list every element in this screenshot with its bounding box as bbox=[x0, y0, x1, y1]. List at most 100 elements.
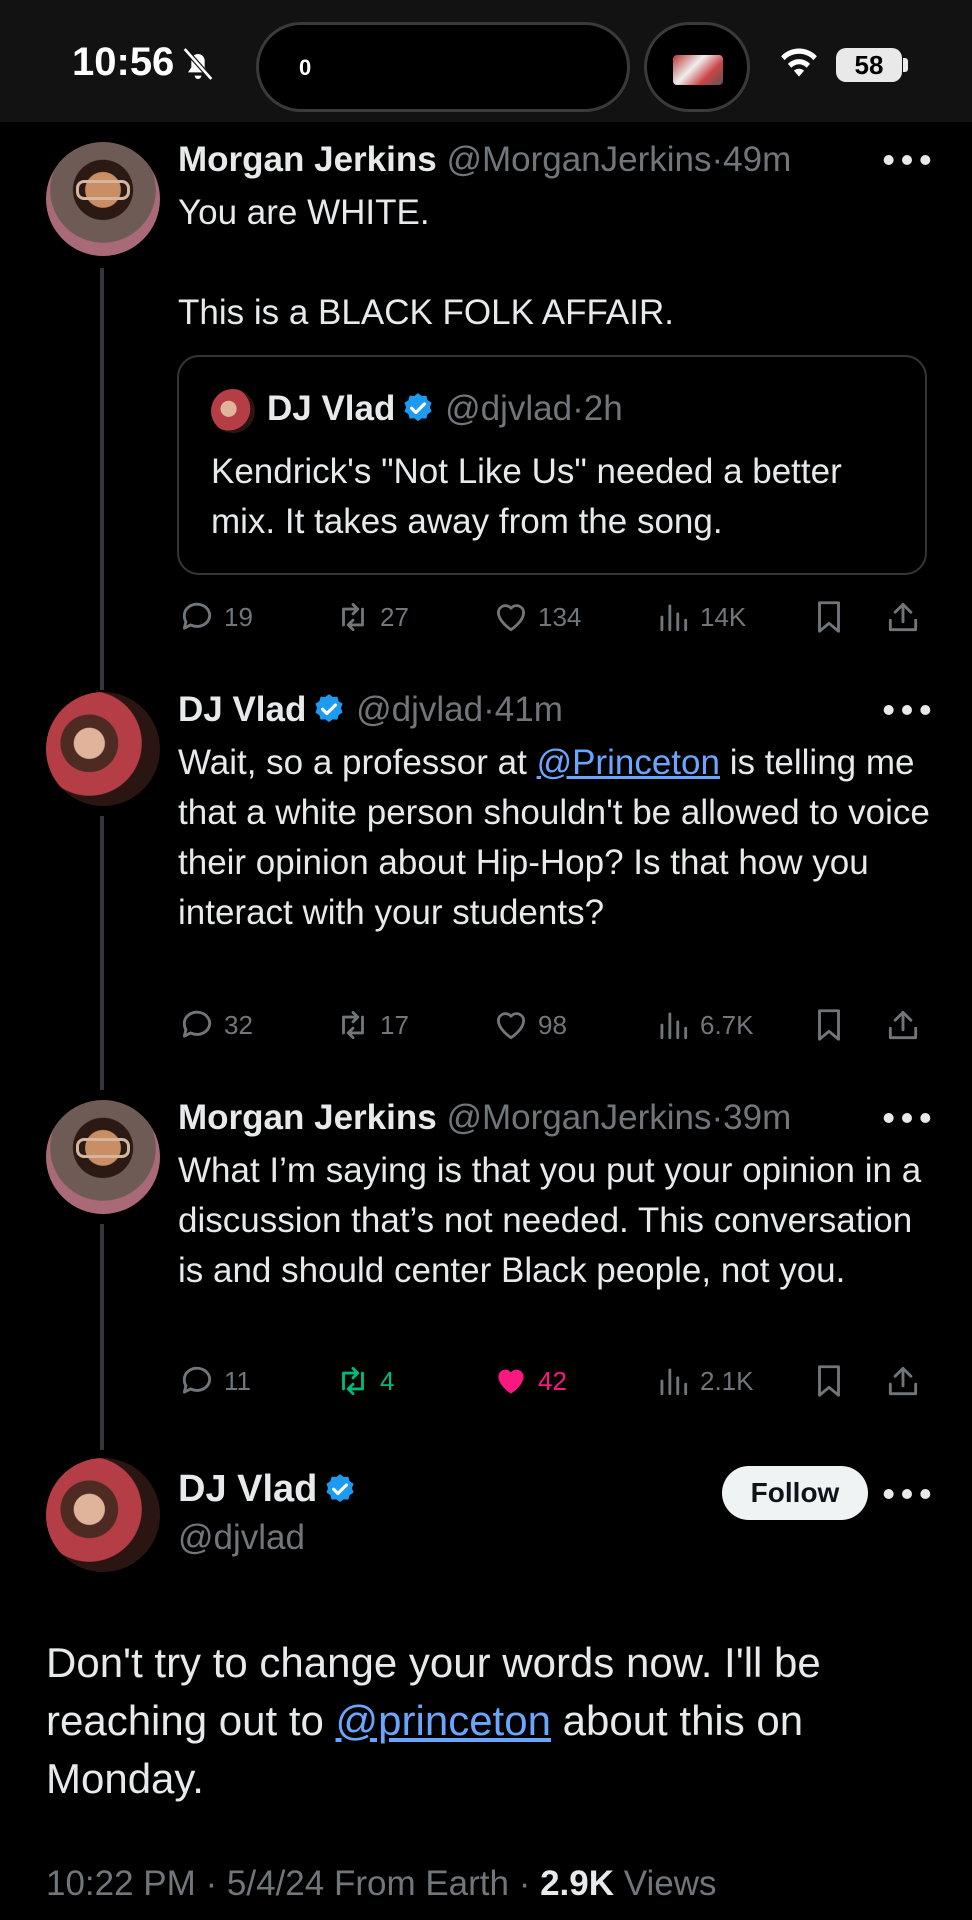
camera-indicator[interactable] bbox=[644, 22, 750, 112]
bookmark-button[interactable] bbox=[810, 594, 856, 640]
like-count: 98 bbox=[538, 1009, 567, 1040]
mention-link[interactable]: @Princeton bbox=[537, 743, 720, 782]
quote-avatar bbox=[211, 389, 255, 433]
verified-badge-icon bbox=[312, 692, 346, 726]
views-icon bbox=[654, 1362, 692, 1400]
tweet-actions: 11 4 42 2.1K bbox=[178, 1358, 938, 1404]
like-button[interactable]: 98 bbox=[492, 1002, 567, 1048]
tweet-text: Wait, so a professor at @Princeton is te… bbox=[178, 738, 938, 938]
reply-button[interactable]: 32 bbox=[178, 1002, 253, 1048]
views-label: Views bbox=[614, 1864, 717, 1903]
reply-count: 11 bbox=[224, 1365, 251, 1396]
separator-dot: · bbox=[483, 690, 495, 729]
tweet-header: Morgan Jerkins @MorganJerkins·49m bbox=[178, 140, 791, 180]
tweet-text: You are WHITE. This is a BLACK FOLK AFFA… bbox=[178, 188, 938, 338]
quote-header: DJ Vlad @djvlad·2h bbox=[267, 389, 623, 429]
glasses-detail bbox=[76, 1138, 130, 1158]
thread-line bbox=[100, 1224, 104, 1450]
like-count: 134 bbox=[538, 601, 582, 632]
heart-icon bbox=[492, 598, 530, 636]
thread-line bbox=[100, 268, 104, 690]
retweet-button[interactable]: 27 bbox=[334, 594, 409, 640]
bookmark-icon bbox=[810, 1006, 848, 1044]
retweet-button[interactable]: 17 bbox=[334, 1002, 409, 1048]
bell-slash-icon bbox=[182, 47, 214, 81]
retweet-icon bbox=[334, 1006, 372, 1044]
tweet-timestamp[interactable]: 10:22 PM · 5/4/24 From Earth · bbox=[46, 1864, 540, 1903]
handle[interactable]: @MorganJerkins bbox=[446, 140, 711, 179]
tweet-text: What I’m saying is that you put your opi… bbox=[178, 1151, 922, 1290]
more-options-icon[interactable] bbox=[882, 1108, 932, 1128]
verified-badge-icon bbox=[401, 391, 435, 425]
reply-button[interactable]: 11 bbox=[178, 1358, 251, 1404]
like-button[interactable]: 134 bbox=[492, 594, 581, 640]
tweet-text-part: Wait, so a professor at bbox=[178, 743, 537, 782]
quote-display-name: DJ Vlad bbox=[267, 389, 396, 428]
tweet-header: DJ Vlad @djvlad·41m bbox=[178, 690, 563, 730]
bookmark-button[interactable] bbox=[810, 1358, 856, 1404]
quote-handle: @djvlad bbox=[445, 389, 573, 428]
display-name[interactable]: DJ Vlad bbox=[178, 690, 306, 729]
heart-filled-icon bbox=[492, 1362, 530, 1400]
timestamp[interactable]: 49m bbox=[723, 140, 791, 179]
reply-button[interactable]: 19 bbox=[178, 594, 253, 640]
tweet-actions: 19 27 134 14K bbox=[178, 594, 938, 640]
retweet-count: 27 bbox=[380, 601, 409, 632]
more-options-icon[interactable] bbox=[882, 1484, 932, 1504]
thread-line bbox=[100, 816, 104, 1090]
avatar[interactable] bbox=[46, 142, 160, 256]
follow-button[interactable]: Follow bbox=[722, 1466, 868, 1520]
share-button[interactable] bbox=[884, 1002, 930, 1048]
like-count: 42 bbox=[538, 1365, 567, 1396]
tweet-text-line: You are WHITE. bbox=[178, 193, 430, 232]
heart-icon bbox=[492, 1006, 530, 1044]
avatar[interactable] bbox=[46, 1100, 160, 1214]
views-count: 14K bbox=[700, 601, 747, 632]
more-options-icon[interactable] bbox=[882, 700, 932, 720]
retweet-icon bbox=[334, 598, 372, 636]
avatar[interactable] bbox=[46, 692, 160, 806]
quoted-tweet[interactable]: DJ Vlad @djvlad·2h Kendrick's "Not Like … bbox=[177, 355, 927, 575]
handle[interactable]: @MorganJerkins bbox=[446, 1098, 711, 1137]
verified-badge-icon bbox=[323, 1472, 357, 1506]
more-options-icon[interactable] bbox=[882, 150, 932, 170]
battery-icon: 58 bbox=[836, 48, 902, 82]
display-name[interactable]: Morgan Jerkins bbox=[178, 140, 437, 179]
share-button[interactable] bbox=[884, 594, 930, 640]
separator-dot: · bbox=[572, 389, 584, 428]
status-bar: 10:56 0 58 bbox=[0, 0, 972, 122]
main-tweet-author[interactable]: DJ Vlad bbox=[178, 1468, 357, 1511]
glasses-detail bbox=[76, 180, 130, 200]
views-icon bbox=[654, 598, 692, 636]
mention-link[interactable]: @princeton bbox=[336, 1697, 551, 1744]
views-icon bbox=[654, 1006, 692, 1044]
line-break bbox=[178, 238, 938, 288]
timestamp[interactable]: 39m bbox=[723, 1098, 791, 1137]
bookmark-icon bbox=[810, 1362, 848, 1400]
share-icon bbox=[884, 598, 922, 636]
views-button[interactable]: 14K bbox=[654, 594, 746, 640]
retweet-icon bbox=[334, 1362, 372, 1400]
dynamic-island[interactable]: 0 bbox=[256, 22, 630, 112]
separator-dot: · bbox=[711, 1098, 724, 1137]
share-icon bbox=[884, 1362, 922, 1400]
display-name[interactable]: Morgan Jerkins bbox=[178, 1098, 437, 1137]
wifi-icon bbox=[781, 48, 817, 77]
retweet-button[interactable]: 4 bbox=[334, 1358, 394, 1404]
separator-dot: · bbox=[711, 140, 724, 179]
quote-text: Kendrick's "Not Like Us" needed a better… bbox=[211, 452, 842, 541]
views-button[interactable]: 2.1K bbox=[654, 1358, 754, 1404]
handle[interactable]: @djvlad bbox=[178, 1518, 305, 1558]
views-count: 2.1K bbox=[700, 1365, 754, 1396]
share-button[interactable] bbox=[884, 1358, 930, 1404]
bookmark-button[interactable] bbox=[810, 1002, 856, 1048]
tweet-meta: 10:22 PM · 5/4/24 From Earth · 2.9K View… bbox=[46, 1864, 717, 1904]
views-button[interactable]: 6.7K bbox=[654, 1002, 754, 1048]
tweet-header: Morgan Jerkins @MorganJerkins·39m bbox=[178, 1098, 791, 1138]
handle[interactable]: @djvlad bbox=[356, 690, 483, 729]
avatar[interactable] bbox=[46, 1458, 160, 1572]
share-icon bbox=[884, 1006, 922, 1044]
quote-timestamp: 2h bbox=[583, 389, 623, 428]
like-button[interactable]: 42 bbox=[492, 1358, 567, 1404]
timestamp[interactable]: 41m bbox=[495, 690, 563, 729]
